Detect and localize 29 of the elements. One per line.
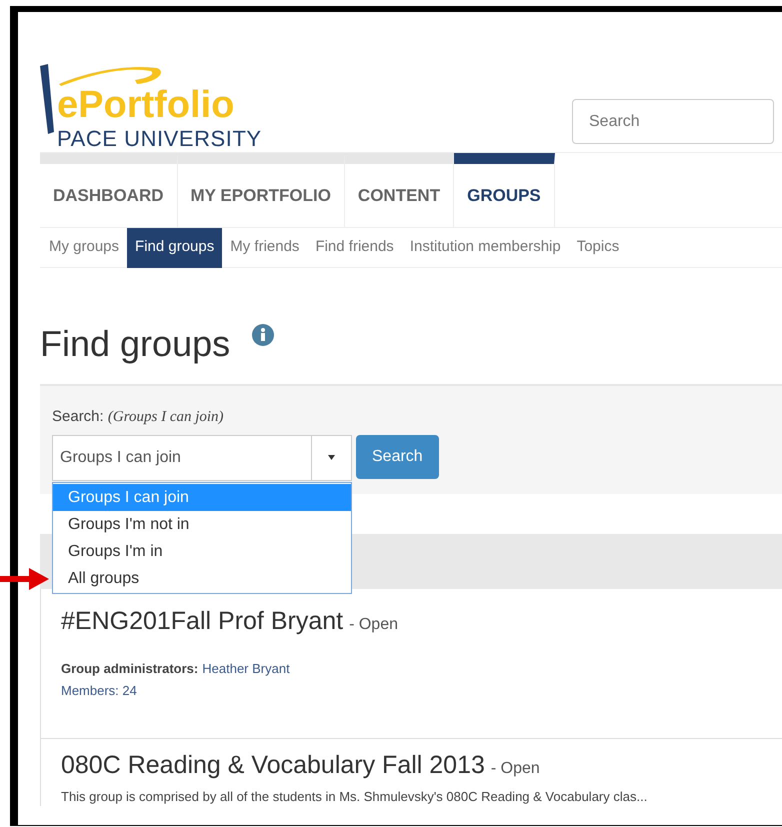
logo-title: ePortfolio: [57, 86, 236, 124]
nav-tab[interactable]: CONTENT: [344, 153, 454, 227]
filter-select[interactable]: Groups I can join: [52, 434, 352, 480]
admin-link[interactable]: Heather Bryant: [202, 658, 290, 678]
subnav-link[interactable]: My groups: [41, 228, 128, 268]
admin-label: Group administrators:: [61, 660, 198, 678]
group-status: - Open: [490, 759, 540, 779]
subnav-link[interactable]: Find friends: [307, 228, 402, 268]
info-icon[interactable]: [252, 324, 274, 346]
subnav-link[interactable]: Institution membership: [402, 228, 569, 268]
search-field[interactable]: Search: [572, 99, 774, 144]
caret-icon: [328, 455, 335, 460]
group-name[interactable]: #ENG201Fall Prof Bryant: [61, 603, 344, 640]
subnav-link[interactable]: Topics: [568, 228, 628, 268]
subnav-link[interactable]: My friends: [222, 228, 308, 268]
dropdown-option[interactable]: Groups I'm in: [53, 538, 351, 565]
dropdown-option[interactable]: All groups: [53, 565, 351, 592]
search-button[interactable]: Search: [356, 434, 439, 478]
nav-tab[interactable]: GROUPS: [454, 153, 555, 227]
logo-subtitle: PACE UNIVERSITY: [57, 128, 262, 150]
group-status: - Open: [349, 615, 398, 635]
group-description: This group is comprised by all of the students in Ms. Shmulevsky's 080C Reading & Vocabulary clas...: [61, 788, 648, 806]
page-title: Find groups: [40, 322, 230, 366]
group-name[interactable]: 080C Reading & Vocabulary Fall 2013: [61, 747, 485, 784]
subnav-link[interactable]: Find groups: [127, 228, 222, 268]
dropdown-option[interactable]: Groups I'm not in: [53, 511, 351, 538]
search-label: Search: (Groups I can join): [52, 407, 225, 427]
members-link[interactable]: Members: 24: [61, 681, 762, 700]
logo-frame-icon: [40, 64, 54, 134]
